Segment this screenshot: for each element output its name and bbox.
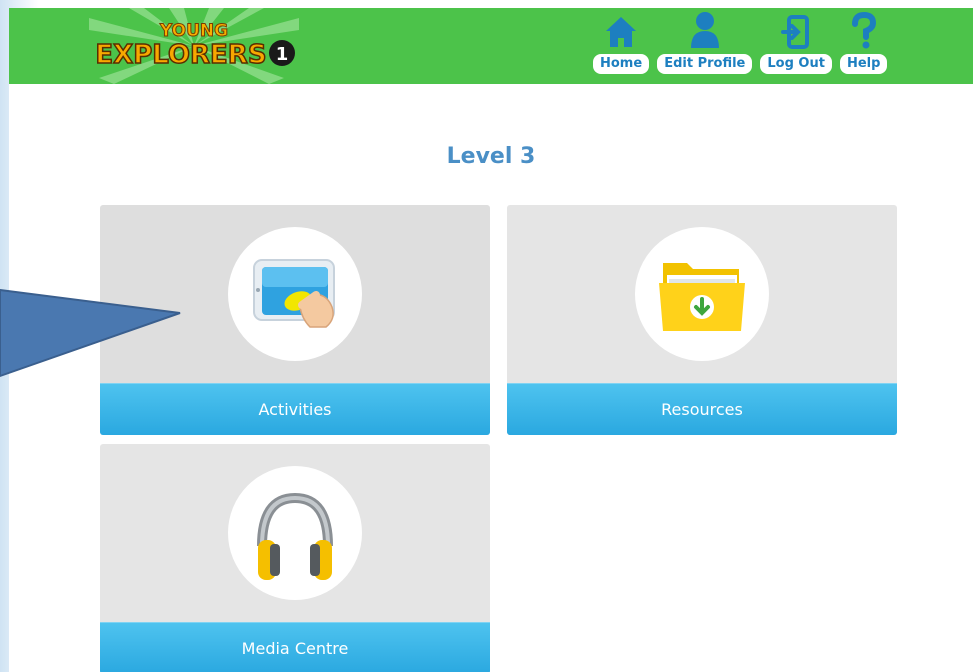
tile-label-resources[interactable]: Resources — [507, 383, 897, 435]
logout-icon[interactable] — [781, 8, 811, 54]
headphones-icon — [257, 492, 333, 580]
page: YOUNG EXPLORERS 1 Home Edit Profile Log … — [9, 8, 973, 672]
tile-activities[interactable]: Activities — [100, 205, 490, 435]
logo-number: 1 — [276, 44, 289, 65]
folder-download-icon — [659, 263, 745, 331]
tile-media-centre[interactable]: Media Centre — [100, 444, 490, 672]
header-bar: YOUNG EXPLORERS 1 Home Edit Profile Log … — [9, 8, 973, 84]
page-title: Level 3 — [446, 144, 536, 169]
logo-explorers-text: EXPLORERS — [95, 40, 266, 70]
logo-young-text: YOUNG — [159, 21, 228, 41]
tile-resources[interactable]: Resources — [507, 205, 897, 435]
nav-help[interactable]: Help — [839, 8, 888, 84]
nav-home[interactable]: Home — [593, 8, 650, 84]
tile-icon-circle — [635, 227, 769, 361]
edit-profile-button[interactable]: Edit Profile — [657, 54, 753, 74]
nav-edit-profile[interactable]: Edit Profile — [657, 8, 753, 84]
log-out-button[interactable]: Log Out — [760, 54, 832, 74]
tile-icon-circle — [228, 466, 362, 600]
tile-label-media-centre[interactable]: Media Centre — [100, 622, 490, 672]
tablet-touch-icon — [253, 259, 335, 328]
help-icon[interactable] — [850, 8, 878, 54]
home-icon[interactable] — [604, 8, 638, 54]
nav-log-out[interactable]: Log Out — [760, 8, 832, 84]
help-button[interactable]: Help — [839, 54, 888, 74]
young-explorers-logo[interactable]: YOUNG EXPLORERS 1 — [69, 8, 319, 84]
top-nav: Home Edit Profile Log Out Help — [593, 8, 895, 84]
tile-label-activities[interactable]: Activities — [100, 383, 490, 435]
home-button[interactable]: Home — [593, 54, 650, 74]
tile-icon-circle — [228, 227, 362, 361]
profile-icon[interactable] — [688, 8, 722, 54]
